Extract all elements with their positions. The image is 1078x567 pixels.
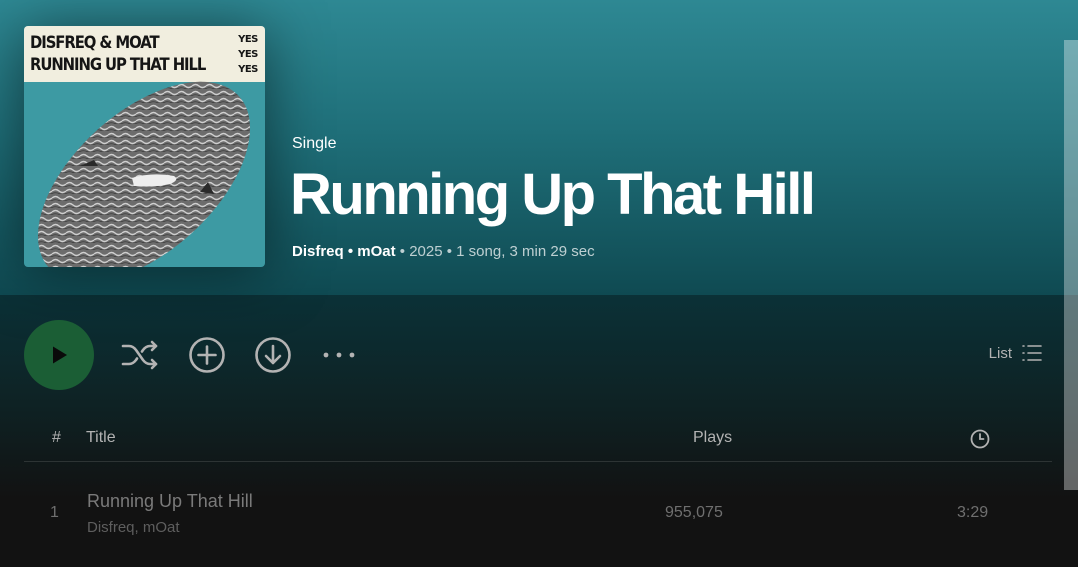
track-number: 1 (50, 504, 59, 521)
album-summary: 1 song, 3 min 29 sec (456, 243, 595, 260)
view-mode-label: List (988, 344, 1012, 362)
header-plays: Plays (693, 429, 733, 446)
download-button[interactable] (254, 336, 292, 374)
add-icon (189, 337, 225, 373)
more-options-button[interactable] (320, 336, 358, 374)
release-year: 2025 (409, 243, 443, 260)
track-row[interactable]: 1 Running Up That Hill Disfreq, mOat 955… (24, 482, 1052, 546)
cover-title-text: DISFREQ & MOAT RUNNING UP THAT HILL (30, 33, 206, 74)
track-plays: 955,075 (665, 504, 723, 521)
track-title[interactable]: Running Up That Hill (87, 491, 253, 512)
add-to-library-button[interactable] (188, 336, 226, 374)
page-title: Running Up That Hill (290, 162, 816, 227)
header-title: Title (86, 429, 116, 446)
play-icon (53, 346, 67, 364)
shuffle-button[interactable] (121, 336, 159, 374)
header-number: # (52, 429, 61, 446)
track-duration: 3:29 (957, 504, 989, 521)
download-icon (255, 337, 291, 373)
more-icon (323, 352, 355, 358)
album-meta: Disfreq • mOat • 2025 • 1 song, 3 min 29… (292, 243, 595, 260)
clock-icon (970, 429, 990, 449)
play-button[interactable] (24, 320, 94, 390)
track-artists[interactable]: Disfreq, mOat (87, 519, 180, 536)
artist-link[interactable]: Disfreq • mOat (292, 243, 396, 260)
tracklist-header: # Title Plays (24, 424, 1052, 462)
release-type: Single (292, 135, 337, 152)
album-cover: DISFREQ & MOAT RUNNING UP THAT HILL YES … (24, 26, 265, 267)
cover-badge: YES YES YES (238, 34, 258, 75)
view-mode-button[interactable]: List (989, 344, 1042, 362)
scrollbar[interactable] (1064, 40, 1078, 490)
list-view-icon (1022, 345, 1042, 361)
shuffle-icon (121, 340, 158, 370)
